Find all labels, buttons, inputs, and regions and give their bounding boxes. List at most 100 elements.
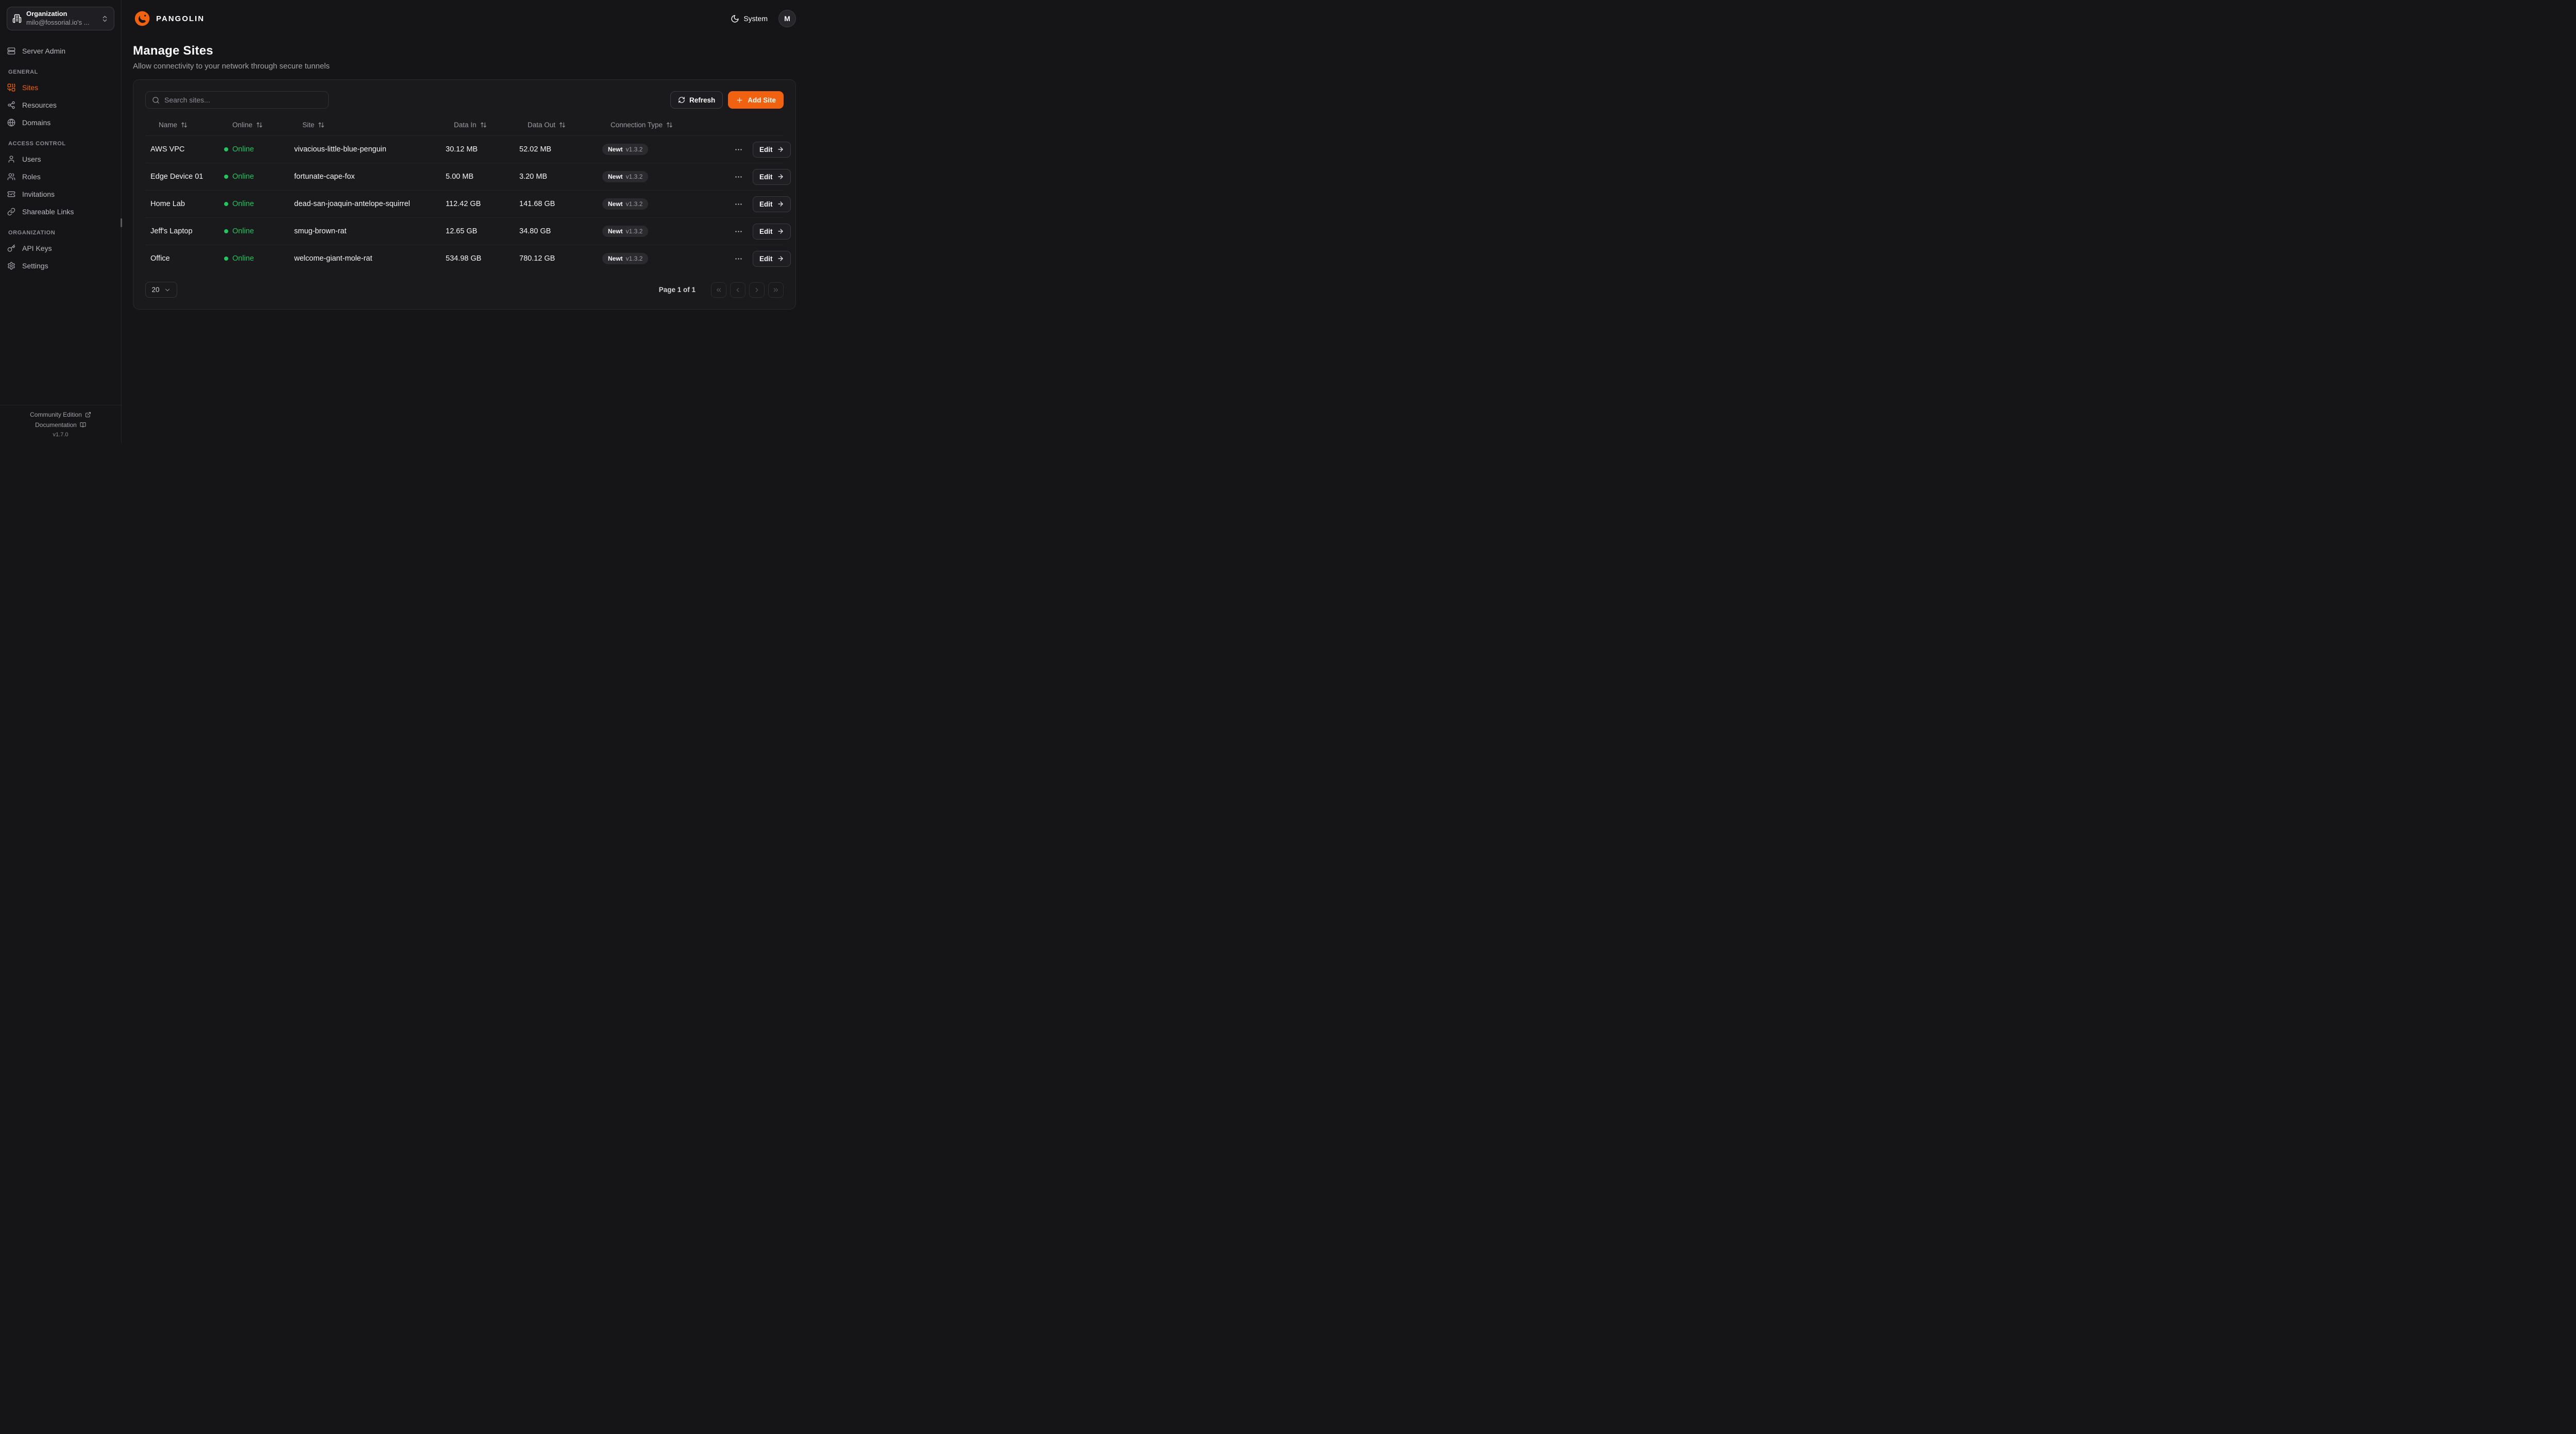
sidebar-item-label: Invitations: [22, 190, 55, 198]
documentation-link[interactable]: Documentation: [5, 421, 116, 429]
edit-button[interactable]: Edit: [753, 251, 791, 267]
data-in-value: 5.00 MB: [440, 173, 514, 181]
data-in-value: 112.42 GB: [440, 200, 514, 208]
pagination: 20 Page 1 of 1: [145, 282, 784, 298]
table-row: Edge Device 01 Online fortunate-cape-fox…: [145, 163, 784, 190]
column-header-data-in[interactable]: Data In: [440, 121, 514, 129]
table-row: AWS VPC Online vivacious-little-blue-pen…: [145, 135, 784, 163]
data-out-value: 52.02 MB: [514, 145, 597, 153]
sort-icon: [256, 122, 263, 128]
arrow-right-icon: [777, 200, 784, 208]
column-header-name[interactable]: Name: [145, 121, 219, 129]
connection-type-badge: Newtv1.3.2: [602, 253, 648, 264]
sidebar-item-server-admin[interactable]: Server Admin: [7, 44, 114, 58]
site-slug: vivacious-little-blue-penguin: [289, 145, 440, 153]
site-slug: smug-brown-rat: [289, 227, 440, 235]
key-icon: [7, 244, 15, 252]
edit-button[interactable]: Edit: [753, 169, 791, 185]
avatar[interactable]: M: [778, 10, 796, 27]
arrow-right-icon: [777, 255, 784, 262]
server-icon: [7, 47, 15, 55]
column-header-connection-type[interactable]: Connection Type: [597, 121, 727, 129]
search-icon: [152, 96, 160, 104]
gear-icon: [7, 262, 15, 270]
sidebar-item-domains[interactable]: Domains: [7, 116, 114, 129]
row-menu-button[interactable]: [732, 225, 745, 238]
column-header-online[interactable]: Online: [219, 121, 289, 129]
org-switcher[interactable]: Organization milo@fossorial.io's ...: [7, 7, 114, 30]
sidebar-item-label: Sites: [22, 83, 38, 92]
sites-card: Refresh Add Site Name On: [133, 79, 796, 310]
sidebar-resize-handle[interactable]: [121, 218, 122, 227]
row-menu-button[interactable]: [732, 170, 745, 183]
sidebar-item-label: Resources: [22, 101, 57, 109]
sort-icon: [480, 122, 487, 128]
prev-page-button[interactable]: [730, 282, 745, 298]
sidebar-section-access-control: ACCESS CONTROL: [7, 141, 114, 147]
community-edition-link[interactable]: Community Edition: [5, 411, 116, 418]
table-row: Home Lab Online dead-san-joaquin-antelop…: [145, 190, 784, 217]
sort-icon: [181, 122, 188, 128]
sidebar-item-label: Users: [22, 155, 41, 163]
brand-wordmark: PANGOLIN: [156, 14, 205, 23]
sidebar-item-resources[interactable]: Resources: [7, 98, 114, 112]
sidebar-item-api-keys[interactable]: API Keys: [7, 242, 114, 255]
external-link-icon: [85, 412, 91, 418]
brand-logo[interactable]: PANGOLIN: [133, 9, 205, 28]
add-site-button[interactable]: Add Site: [728, 91, 784, 109]
search-input[interactable]: [164, 96, 322, 104]
sidebar-item-users[interactable]: Users: [7, 152, 114, 166]
arrow-right-icon: [777, 146, 784, 153]
sort-icon: [318, 122, 325, 128]
theme-toggle[interactable]: System: [731, 14, 768, 23]
refresh-button[interactable]: Refresh: [670, 91, 723, 109]
pangolin-logo-icon: [133, 9, 151, 28]
edit-button[interactable]: Edit: [753, 224, 791, 240]
arrow-right-icon: [777, 228, 784, 235]
sidebar-item-invitations[interactable]: Invitations: [7, 187, 114, 201]
last-page-button[interactable]: [768, 282, 784, 298]
edit-button[interactable]: Edit: [753, 142, 791, 158]
site-name: Edge Device 01: [145, 173, 219, 181]
org-switcher-label: Organization: [26, 10, 96, 19]
sidebar-item-settings[interactable]: Settings: [7, 259, 114, 272]
site-name: AWS VPC: [145, 145, 219, 153]
sidebar-item-sites[interactable]: Sites: [7, 81, 114, 94]
status-badge: Online: [224, 227, 289, 235]
row-menu-button[interactable]: [732, 143, 745, 156]
site-name: Jeff's Laptop: [145, 227, 219, 235]
building-icon: [12, 14, 22, 23]
sidebar-item-label: Shareable Links: [22, 208, 74, 216]
sidebar: Organization milo@fossorial.io's ... Ser…: [0, 0, 122, 443]
main-content: PANGOLIN System M Manage Sites Allow con…: [122, 0, 808, 443]
online-dot-icon: [224, 147, 228, 151]
first-page-button[interactable]: [711, 282, 726, 298]
column-header-site[interactable]: Site: [289, 121, 440, 129]
page-size-select[interactable]: 20: [145, 282, 177, 298]
ticket-check-icon: [7, 190, 15, 198]
moon-icon: [731, 14, 739, 23]
row-menu-button[interactable]: [732, 198, 745, 211]
sites-table: Name Online Site Data In: [145, 114, 784, 275]
data-out-value: 141.68 GB: [514, 200, 597, 208]
online-dot-icon: [224, 257, 228, 261]
table-row: Jeff's Laptop Online smug-brown-rat 12.6…: [145, 217, 784, 245]
edit-button[interactable]: Edit: [753, 196, 791, 212]
refresh-icon: [678, 96, 685, 104]
sidebar-item-shareable-links[interactable]: Shareable Links: [7, 205, 114, 218]
sidebar-footer: Community Edition Documentation v1.7.0: [0, 405, 121, 443]
chevrons-up-down-icon: [101, 15, 109, 23]
status-badge: Online: [224, 145, 289, 153]
site-slug: fortunate-cape-fox: [289, 173, 440, 181]
page-info: Page 1 of 1: [659, 286, 696, 294]
row-menu-button[interactable]: [732, 252, 745, 265]
sidebar-item-roles[interactable]: Roles: [7, 170, 114, 183]
chevron-down-icon: [164, 286, 171, 294]
data-out-value: 3.20 MB: [514, 173, 597, 181]
link-icon: [7, 208, 15, 216]
next-page-button[interactable]: [749, 282, 765, 298]
site-slug: dead-san-joaquin-antelope-squirrel: [289, 200, 440, 208]
combine-icon: [7, 83, 15, 92]
column-header-data-out[interactable]: Data Out: [514, 121, 597, 129]
app-version: v1.7.0: [5, 432, 116, 438]
